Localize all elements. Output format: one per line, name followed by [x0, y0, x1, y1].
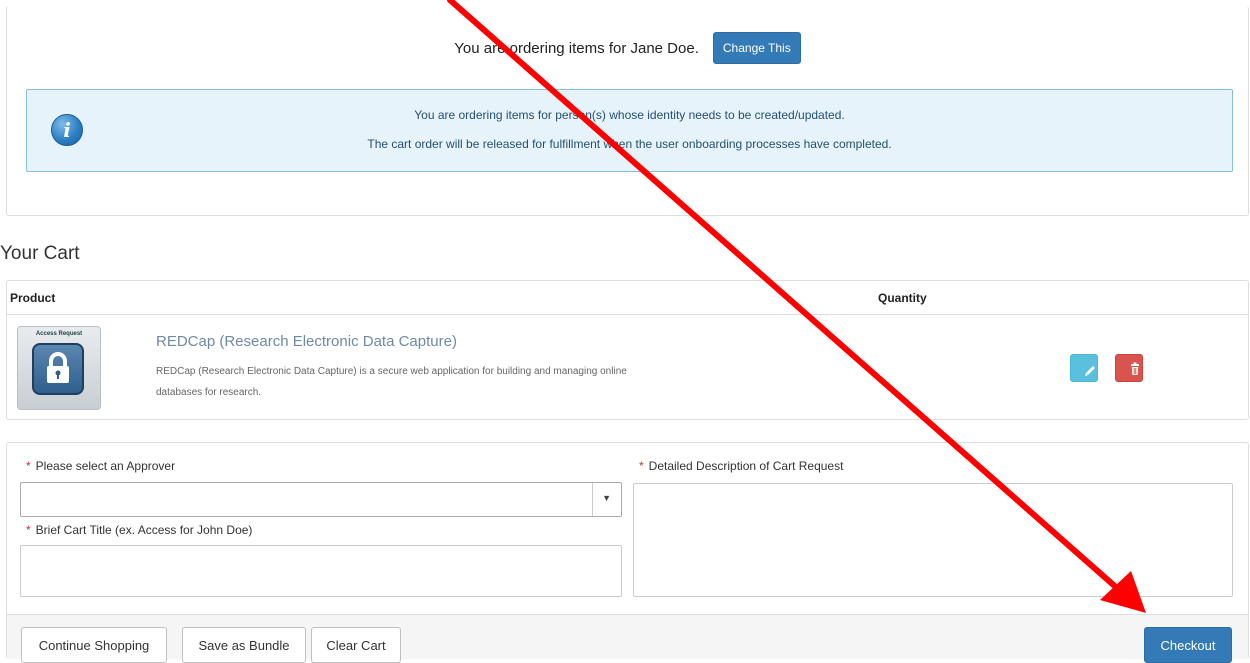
- edit-icon: [1085, 366, 1095, 376]
- cart-title-label: * Brief Cart Title (ex. Access for John D…: [26, 523, 252, 537]
- delete-item-button[interactable]: [1115, 354, 1143, 382]
- checkout-button[interactable]: Checkout: [1144, 627, 1232, 663]
- product-image-label: Access Request: [35, 331, 83, 337]
- description-label-text: Detailed Description of Cart Request: [648, 459, 844, 473]
- cart-table: Product Quantity Access Request REDCap (…: [6, 280, 1249, 420]
- trash-icon: [1131, 362, 1139, 375]
- cart-title-label-text: Brief Cart Title (ex. Access for John Do…: [35, 523, 253, 537]
- info-alert: i You are ordering items for person(s) w…: [26, 89, 1233, 172]
- cart-footer: Continue Shopping Save as Bundle Clear C…: [7, 614, 1248, 663]
- required-marker: *: [639, 459, 644, 473]
- product-description-line-1: REDCap (Research Electronic Data Capture…: [156, 366, 627, 377]
- select-divider: [592, 483, 593, 516]
- product-image: Access Request: [17, 326, 101, 410]
- approver-label-text: Please select an Approver: [35, 459, 176, 473]
- lock-icon: [32, 343, 84, 395]
- column-header-product: Product: [10, 291, 56, 305]
- change-this-button[interactable]: Change This: [712, 32, 801, 64]
- cart-title-input[interactable]: [20, 545, 622, 597]
- cart-title: Your Cart: [0, 243, 80, 264]
- save-as-bundle-button[interactable]: Save as Bundle: [182, 627, 306, 663]
- continue-shopping-button[interactable]: Continue Shopping: [21, 627, 167, 663]
- required-marker: *: [26, 523, 31, 537]
- ordering-for-text: You are ordering items for Jane Doe.: [454, 39, 699, 57]
- ordering-for-panel: You are ordering items for Jane Doe. Cha…: [6, 6, 1249, 216]
- cart-table-header: Product Quantity: [7, 281, 1248, 315]
- approver-label: * Please select an Approver: [26, 459, 175, 473]
- product-name[interactable]: REDCap (Research Electronic Data Capture…: [156, 333, 457, 350]
- required-marker: *: [26, 459, 31, 473]
- description-label: * Detailed Description of Cart Request: [639, 459, 843, 473]
- cart-details-form: * Please select an Approver ▼ * Brief Cart…: [6, 442, 1249, 663]
- chevron-down-icon[interactable]: ▼: [602, 493, 611, 503]
- info-alert-line-1: You are ordering items for person(s) who…: [414, 108, 845, 122]
- approver-select[interactable]: ▼: [20, 482, 622, 517]
- clear-cart-button[interactable]: Clear Cart: [311, 627, 401, 663]
- description-textarea[interactable]: [633, 483, 1233, 597]
- ordering-line: You are ordering items for Jane Doe. Cha…: [7, 32, 1248, 64]
- column-header-quantity: Quantity: [878, 291, 927, 305]
- edit-item-button[interactable]: [1070, 354, 1098, 382]
- product-description-line-2: databases for research.: [156, 387, 262, 398]
- info-alert-line-2: The cart order will be released for fulf…: [367, 137, 892, 151]
